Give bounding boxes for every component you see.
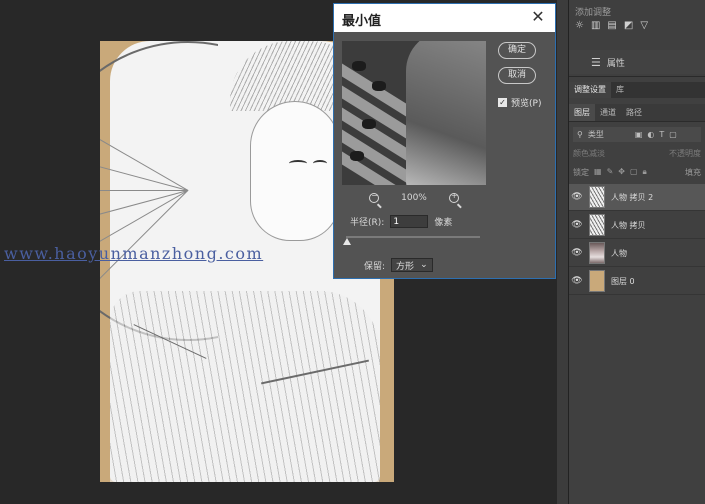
- close-icon[interactable]: ✕: [529, 8, 547, 26]
- preview-checkbox[interactable]: ✓: [498, 98, 507, 107]
- curves-icon[interactable]: ▤: [607, 20, 616, 31]
- lock-row: 锁定 ▦ ✎ ✥ ▢ 🔒︎ 填充: [573, 167, 701, 181]
- exposure-icon[interactable]: ◩: [624, 20, 633, 31]
- preview-detail: [372, 81, 386, 91]
- brightness-icon[interactable]: ☼: [575, 20, 584, 31]
- radius-slider-track[interactable]: [346, 236, 480, 238]
- filter-kind[interactable]: 类型: [588, 129, 604, 140]
- tab-channels[interactable]: 通道: [595, 104, 621, 121]
- preserve-label: 保留:: [364, 261, 386, 272]
- adjustments-title: 添加调整: [575, 8, 612, 18]
- fan-rib: [100, 190, 188, 191]
- right-panel-dock: 添加调整 ☼ ▥ ▤ ◩ ▽ ☰ 属性 调整设置 库 图层 通道 路径 ⚲ 类型…: [569, 0, 705, 504]
- face-sketch: [250, 101, 340, 241]
- zoom-out-icon[interactable]: −: [369, 191, 380, 203]
- lock-artboard-icon[interactable]: ▢: [630, 167, 638, 181]
- eye: [313, 160, 327, 167]
- blend-row: 颜色减淡 不透明度: [573, 148, 701, 162]
- filter-icons: ▣ ◐ T ▢: [635, 130, 677, 139]
- preview-detail: [350, 151, 364, 161]
- preview-detail: [352, 61, 366, 71]
- layer-name: 图层 0: [611, 276, 635, 286]
- zoom-level: 100%: [401, 193, 427, 203]
- radius-input[interactable]: [390, 215, 429, 228]
- preserve-row: 保留: 方形 ⌄: [364, 258, 433, 272]
- robe-sketch: [110, 291, 380, 482]
- eye-icon[interactable]: 👁︎: [569, 220, 585, 230]
- properties-label: 属性: [606, 58, 625, 69]
- zoom-controls: − 100% +: [342, 191, 486, 205]
- layer-panel-tabs: 图层 通道 路径: [569, 104, 705, 122]
- cancel-button[interactable]: 取消: [498, 67, 536, 84]
- tab-paths[interactable]: 路径: [621, 104, 647, 121]
- adjustment-filter-icon[interactable]: ◐: [647, 130, 654, 139]
- lock-all-icon[interactable]: 🔒︎: [643, 167, 647, 181]
- layer-thumbnail: [589, 242, 605, 264]
- dialog-titlebar[interactable]: 最小值 ✕: [334, 4, 555, 32]
- layer-row[interactable]: 👁︎ 图层 0: [569, 268, 705, 295]
- zoom-in-icon[interactable]: +: [448, 191, 459, 203]
- dialog-title: 最小值: [342, 14, 382, 29]
- lock-pixels-icon[interactable]: ▦: [594, 167, 602, 181]
- tab-layers[interactable]: 图层: [569, 104, 595, 121]
- layer-row[interactable]: 👁︎ 人物 拷贝: [569, 212, 705, 239]
- chevron-down-icon: ⌄: [420, 260, 428, 270]
- filter-preview[interactable]: [342, 41, 486, 185]
- layer-row[interactable]: 👁︎ 人物 拷贝 2: [569, 184, 705, 211]
- layer-name: 人物 拷贝: [611, 220, 646, 230]
- fill-field[interactable]: 填充: [685, 167, 701, 181]
- radius-row: 半径(R): 像素: [350, 215, 452, 228]
- properties-tab[interactable]: ☰ 属性: [569, 50, 705, 74]
- layer-thumbnail: [589, 270, 605, 292]
- panel-collapse-strip[interactable]: [557, 0, 569, 504]
- layer-row[interactable]: 👁︎ 人物: [569, 240, 705, 267]
- image-filter-icon[interactable]: ▣: [635, 130, 643, 139]
- eye-icon[interactable]: 👁︎: [569, 276, 585, 286]
- preview-body: [406, 41, 486, 185]
- lock-paint-icon[interactable]: ✎: [607, 167, 614, 181]
- radius-label: 半径(R):: [350, 218, 385, 228]
- top-panel-tabs: 调整设置 库: [569, 82, 705, 98]
- levels-icon[interactable]: ▥: [591, 20, 600, 31]
- eye-icon[interactable]: 👁︎: [569, 192, 585, 202]
- preserve-value: 方形: [396, 261, 415, 272]
- tab-adjust-settings[interactable]: 调整设置: [569, 82, 611, 98]
- ok-button[interactable]: 确定: [498, 42, 536, 59]
- preview-checkbox-row[interactable]: ✓ 预览(P): [498, 96, 541, 109]
- preview-detail: [362, 119, 376, 129]
- minimum-filter-dialog: 最小值 ✕ − 100% + 确定 取消 ✓ 预览(P) 半径(R): 像素 保…: [333, 3, 556, 279]
- type-filter-icon[interactable]: T: [659, 130, 664, 139]
- layer-name: 人物: [611, 248, 627, 258]
- search-icon: ⚲: [577, 130, 583, 139]
- eye: [289, 160, 307, 167]
- lock-move-icon[interactable]: ✥: [618, 167, 625, 181]
- radius-slider-thumb[interactable]: [343, 238, 351, 245]
- layer-thumbnail: [589, 186, 605, 208]
- layer-name: 人物 拷贝 2: [611, 192, 654, 202]
- blend-mode-select[interactable]: 颜色减淡: [573, 148, 605, 162]
- shape-filter-icon[interactable]: ▢: [669, 130, 677, 139]
- adjustments-panel: 添加调整 ☼ ▥ ▤ ◩ ▽ ☰ 属性: [569, 0, 705, 77]
- properties-icon: ☰: [591, 55, 601, 69]
- adjustment-icons: ☼ ▥ ▤ ◩ ▽: [575, 20, 648, 31]
- radius-unit: 像素: [434, 218, 453, 228]
- layer-filter-bar[interactable]: ⚲ 类型 ▣ ◐ T ▢: [573, 127, 701, 142]
- vibrance-icon[interactable]: ▽: [640, 20, 648, 31]
- opacity-field[interactable]: 不透明度: [669, 148, 701, 162]
- eye-icon[interactable]: 👁︎: [569, 248, 585, 258]
- layer-thumbnail: [589, 214, 605, 236]
- watermark-text: www.haoyunmanzhong.com: [4, 244, 264, 263]
- preserve-select[interactable]: 方形 ⌄: [391, 258, 433, 272]
- preview-label: 预览(P): [511, 99, 542, 109]
- tab-library[interactable]: 库: [611, 82, 629, 98]
- lock-label: 锁定: [573, 168, 589, 177]
